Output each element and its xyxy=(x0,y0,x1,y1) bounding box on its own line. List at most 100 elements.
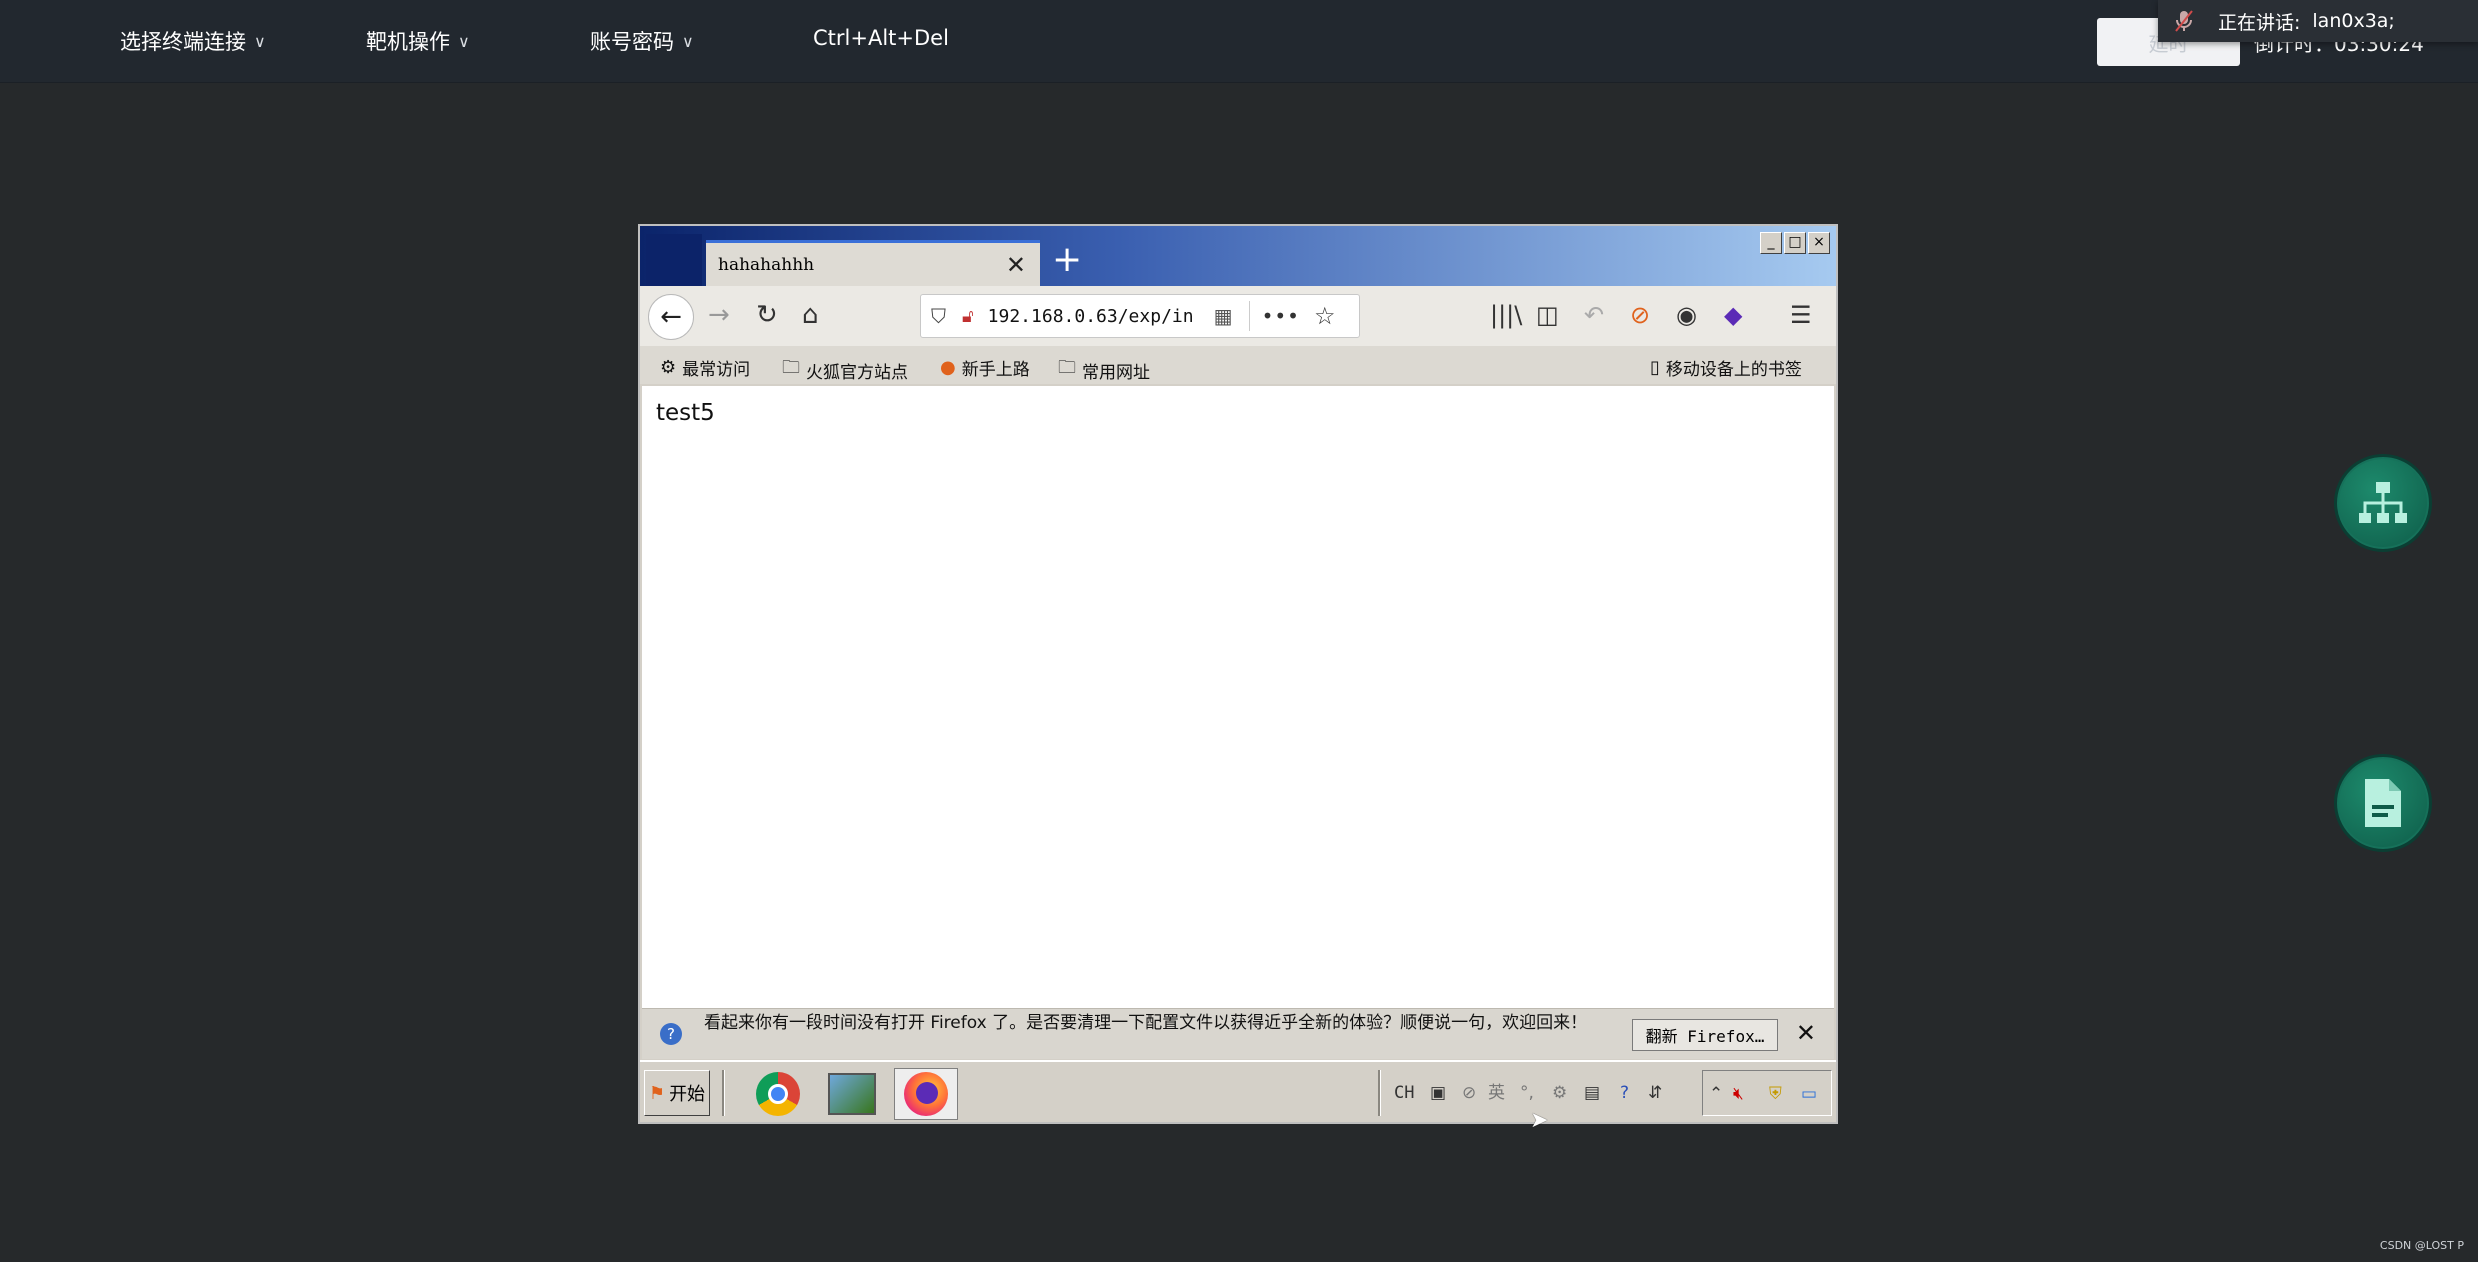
speaking-user: lan0x3a; xyxy=(2312,10,2395,32)
target-operations-label: 靶机操作 xyxy=(366,30,450,54)
forward-button[interactable]: → xyxy=(708,300,730,330)
language-bar-options-icon[interactable]: ⇵ xyxy=(1648,1070,1662,1116)
gear-icon: ⚙ xyxy=(660,357,677,378)
undo-icon[interactable]: ↶ xyxy=(1584,300,1604,330)
bookmarks-toolbar: ⚙ 最常访问 🗀 火狐官方站点 ● 新手上路 🗀 常用网址 ▯ 移动设备上的书签 xyxy=(640,346,1836,384)
account-password-label: 账号密码 xyxy=(590,30,674,54)
account-password-menu[interactable]: 账号密码 ∨ xyxy=(590,26,694,56)
speaking-indicator: 正在讲话: lan0x3a; xyxy=(2158,0,2478,42)
ime-disable-icon[interactable]: ⊘ xyxy=(1462,1070,1476,1116)
ime-settings-icon[interactable]: ⚙ xyxy=(1552,1070,1567,1116)
tab-strip-left xyxy=(646,234,702,286)
bookmark-label: 常用网址 xyxy=(1082,362,1150,383)
chevron-down-icon: ∨ xyxy=(254,31,266,51)
network-taskbar-button[interactable] xyxy=(820,1068,884,1120)
refresh-firefox-button[interactable]: 翻新 Firefox… xyxy=(1632,1019,1778,1051)
minimize-button[interactable]: _ xyxy=(1760,232,1782,254)
chrome-taskbar-button[interactable] xyxy=(746,1068,810,1120)
document-icon xyxy=(2365,779,2401,827)
remote-desktop-window[interactable]: hahahahhh ✕ + _ □ × ← → ↻ ⌂ ⛉ 🔓︎ ▦ ••• ☆… xyxy=(638,224,1838,1124)
sidebar-icon[interactable]: ◫ xyxy=(1536,300,1559,330)
firefox-taskbar-button[interactable] xyxy=(894,1068,958,1120)
network-topology-icon xyxy=(2359,482,2407,523)
extension-icon[interactable]: ◆ xyxy=(1724,300,1742,330)
select-terminal-label: 选择终端连接 xyxy=(120,30,246,54)
chevron-down-icon: ∨ xyxy=(458,31,470,51)
select-terminal-menu[interactable]: 选择终端连接 ∨ xyxy=(120,26,266,56)
firefox-icon xyxy=(904,1072,948,1116)
system-tray: ⌃ 🔇︎ ⛨ ▭ xyxy=(1702,1070,1832,1116)
firefox-titlebar: hahahahhh ✕ + _ □ × xyxy=(640,226,1836,286)
url-input[interactable] xyxy=(985,304,1200,328)
bookmark-firefox-site[interactable]: 🗀 火狐官方站点 xyxy=(782,355,908,385)
notification-message: 看起来你有一段时间没有打开 Firefox 了。是否要清理一下配置文件以获得近乎… xyxy=(704,1013,1588,1033)
taskbar-separator xyxy=(1378,1070,1381,1116)
watermark: CSDN @LOST P xyxy=(2379,1239,2464,1252)
network-topology-button[interactable] xyxy=(2334,454,2432,552)
back-button[interactable]: ← xyxy=(648,294,694,340)
question-icon: ? xyxy=(660,1023,682,1045)
security-alert-icon[interactable]: ⛨ xyxy=(1769,1071,1782,1117)
top-toolbar: 选择终端连接 ∨ 靶机操作 ∨ 账号密码 ∨ Ctrl+Alt+Del 延时 倒… xyxy=(0,0,2478,83)
folder-icon: 🗀 xyxy=(1058,357,1076,378)
network-app-icon xyxy=(828,1073,876,1115)
chrome-icon xyxy=(756,1072,800,1116)
help-icon[interactable]: ? xyxy=(1620,1070,1629,1116)
shield-icon[interactable]: ⛉ xyxy=(931,304,946,328)
insecure-connection-icon[interactable]: 🔓︎ xyxy=(962,306,974,327)
ime-mode-indicator[interactable]: 英 xyxy=(1488,1070,1505,1116)
maximize-button[interactable]: □ xyxy=(1784,232,1806,254)
document-button[interactable] xyxy=(2334,754,2432,852)
bookmark-getting-started[interactable]: ● 新手上路 xyxy=(940,355,1030,380)
mobile-device-icon: ▯ xyxy=(1650,357,1660,378)
bookmark-mobile[interactable]: ▯ 移动设备上的书签 xyxy=(1650,355,1802,380)
window-controls: _ □ × xyxy=(1760,232,1830,254)
show-hidden-icons-icon[interactable]: ⌃ xyxy=(1709,1071,1723,1117)
account-icon[interactable]: ◉ xyxy=(1676,300,1697,330)
windows-taskbar: ⚑ 开始 CH ▣ ⊘ 英 °, ⚙ ▤ ? ⇵ ⌃ 🔇︎ ⛨ ▭ xyxy=(640,1060,1836,1122)
tab-close-icon[interactable]: ✕ xyxy=(1006,251,1026,279)
bookmark-common-urls[interactable]: 🗀 常用网址 xyxy=(1058,355,1150,385)
arrow-left-icon: ← xyxy=(660,302,682,332)
reload-button[interactable]: ↻ xyxy=(756,300,778,330)
refresh-notification-bar: ? 看起来你有一段时间没有打开 Firefox 了。是否要清理一下配置文件以获得… xyxy=(642,1008,1834,1059)
speaking-label: 正在讲话: xyxy=(2218,11,2301,34)
qr-code-icon[interactable]: ▦ xyxy=(1214,304,1233,328)
browser-tab[interactable]: hahahahhh ✕ xyxy=(706,240,1040,286)
ime-toolbar-icon[interactable]: ▣ xyxy=(1430,1070,1446,1116)
bookmark-label: 最常访问 xyxy=(682,360,751,380)
ctrl-alt-del-button[interactable]: Ctrl+Alt+Del xyxy=(813,26,949,50)
tab-title: hahahahhh xyxy=(718,254,815,275)
url-separator xyxy=(1248,301,1250,331)
input-language-indicator[interactable]: CH xyxy=(1394,1070,1414,1116)
close-notification-icon[interactable]: ✕ xyxy=(1796,1019,1816,1047)
hamburger-menu-icon[interactable]: ☰ xyxy=(1790,300,1812,330)
windows-flag-icon: ⚑ xyxy=(648,1082,666,1104)
new-tab-button[interactable]: + xyxy=(1052,240,1082,280)
home-button[interactable]: ⌂ xyxy=(802,300,819,330)
folder-icon: 🗀 xyxy=(782,357,800,378)
volume-muted-icon[interactable]: 🔇︎ xyxy=(1733,1071,1744,1117)
library-icon[interactable]: |||\ xyxy=(1490,300,1522,330)
mouse-cursor-icon: ➤ xyxy=(1530,1108,1549,1133)
chevron-down-icon: ∨ xyxy=(682,31,694,51)
firefox-icon: ● xyxy=(940,357,956,378)
close-window-button[interactable]: × xyxy=(1808,232,1830,254)
bookmark-label: 火狐官方站点 xyxy=(806,362,908,383)
page-text: test5 xyxy=(656,400,715,426)
start-button[interactable]: ⚑ 开始 xyxy=(644,1070,710,1116)
network-status-icon[interactable]: ▭ xyxy=(1801,1071,1817,1117)
blocker-extension-icon[interactable]: ⊘ xyxy=(1630,300,1650,330)
page-content: test5 xyxy=(642,386,1834,1008)
mobile-bookmarks-label: 移动设备上的书签 xyxy=(1665,360,1802,380)
bookmark-label: 新手上路 xyxy=(961,360,1030,380)
taskbar-separator xyxy=(722,1070,725,1116)
target-operations-menu[interactable]: 靶机操作 ∨ xyxy=(366,26,470,56)
mic-muted-icon xyxy=(2158,0,2210,42)
start-label: 开始 xyxy=(669,1084,706,1105)
ime-pad-icon[interactable]: ▤ xyxy=(1584,1070,1600,1116)
url-bar[interactable]: ⛉ 🔓︎ ▦ ••• ☆ xyxy=(920,294,1360,338)
bookmark-most-visited[interactable]: ⚙ 最常访问 xyxy=(660,355,750,380)
more-actions-icon[interactable]: ••• xyxy=(1262,304,1300,328)
bookmark-star-icon[interactable]: ☆ xyxy=(1314,302,1336,330)
